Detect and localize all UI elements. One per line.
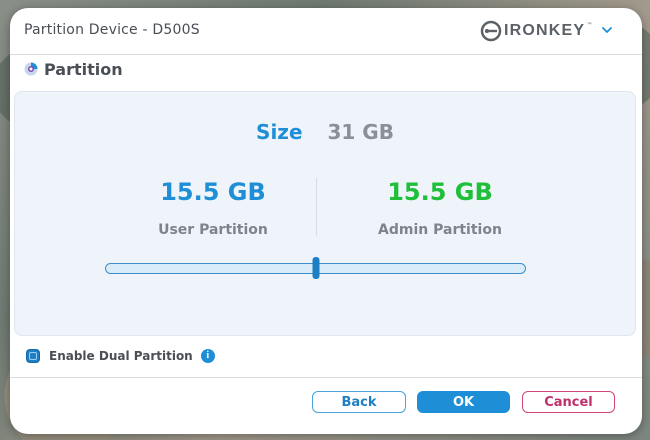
section-header: Partition <box>24 58 123 80</box>
info-icon[interactable]: i <box>200 349 215 363</box>
brand-logo: IRONKEY ™ <box>480 18 592 44</box>
ironkey-logo-icon <box>480 20 502 42</box>
admin-partition: 15.5 GB Admin Partition <box>340 178 540 238</box>
size-summary: Size 31 GB <box>15 120 635 144</box>
user-partition-size: 15.5 GB <box>160 178 266 206</box>
admin-partition-label: Admin Partition <box>378 222 502 238</box>
section-title: Partition <box>44 59 123 79</box>
dual-partition-option: Enable Dual Partition i <box>26 347 215 365</box>
user-partition: 15.5 GB User Partition <box>113 178 313 238</box>
size-value: 31 GB <box>327 120 394 144</box>
size-label: Size <box>256 120 303 144</box>
partition-slider[interactable] <box>105 257 526 279</box>
user-partition-label: User Partition <box>158 222 268 238</box>
cancel-button[interactable]: Cancel <box>522 391 615 413</box>
brand-trademark: ™ <box>586 21 593 29</box>
admin-partition-size: 15.5 GB <box>387 178 493 206</box>
partition-panel: Size 31 GB 15.5 GB User Partition 15.5 G… <box>14 91 636 336</box>
partition-slider-thumb[interactable] <box>312 257 319 279</box>
footer-divider <box>10 377 642 378</box>
chevron-down-icon[interactable] <box>599 22 615 38</box>
window-title: Partition Device - D500S <box>24 22 200 38</box>
partition-divider <box>316 178 317 236</box>
partition-dialog: Partition Device - D500S IRONKEY ™ Parti… <box>10 8 642 434</box>
partition-icon <box>24 62 38 76</box>
ok-button[interactable]: OK <box>417 391 510 413</box>
dual-partition-checkbox[interactable] <box>26 349 40 363</box>
dual-partition-label[interactable]: Enable Dual Partition <box>49 349 193 363</box>
back-button[interactable]: Back <box>312 391 406 413</box>
title-bar: Partition Device - D500S IRONKEY ™ <box>10 8 642 55</box>
brand-name: IRONKEY <box>504 22 586 39</box>
